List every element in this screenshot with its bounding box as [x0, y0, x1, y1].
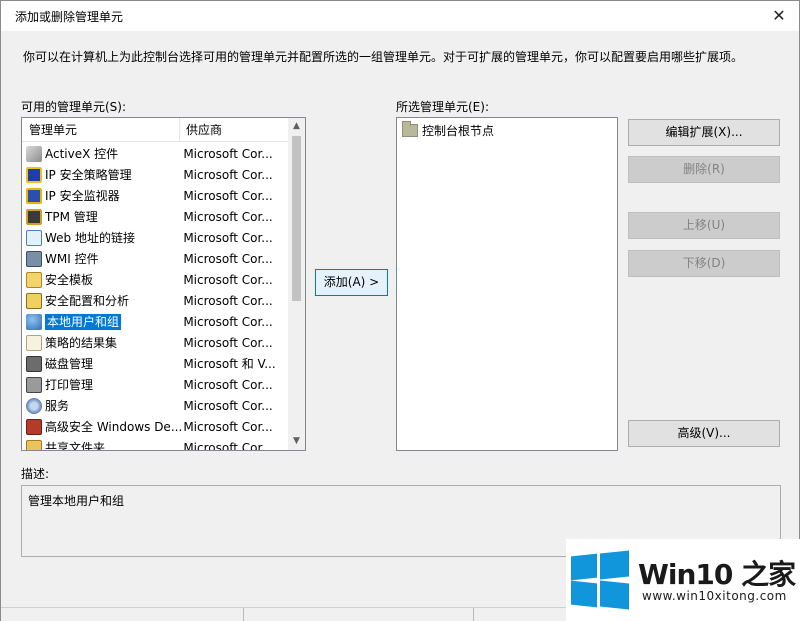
- snapin-name: TPM 管理: [45, 210, 98, 224]
- security-template-icon: [26, 271, 42, 288]
- snapin-rows: ActiveX 控件 Microsoft Cor... IP 安全策略管理 Micro…: [22, 143, 289, 451]
- snapin-vendor: Microsoft Cor...: [183, 272, 273, 287]
- selected-snapins-label: 所选管理单元(E):: [396, 100, 489, 114]
- list-item[interactable]: Web 地址的链接 Microsoft Cor...: [22, 227, 289, 248]
- watermark: Win10 之家 www.win10xitong.com: [566, 539, 800, 621]
- list-item[interactable]: 打印管理 Microsoft Cor...: [22, 374, 289, 395]
- disk-management-icon: [26, 355, 42, 372]
- list-item[interactable]: IP 安全策略管理 Microsoft Cor...: [22, 164, 289, 185]
- snapin-name: IP 安全策略管理: [45, 168, 132, 182]
- list-item[interactable]: 安全模板 Microsoft Cor...: [22, 269, 289, 290]
- list-item[interactable]: 安全配置和分析 Microsoft Cor...: [22, 290, 289, 311]
- add-remove-snapins-dialog: 添加或删除管理单元 ✕ 你可以在计算机上为此控制台选择可用的管理单元并配置所选的…: [0, 0, 800, 621]
- list-item[interactable]: 共享文件夹 Microsoft Cor...: [22, 437, 289, 451]
- watermark-title: Win10 之家: [638, 558, 796, 591]
- snapin-vendor: Microsoft Cor...: [183, 440, 273, 451]
- snapin-name: 安全模板: [45, 273, 94, 287]
- shared-folders-icon: [26, 439, 42, 450]
- title-bar: 添加或删除管理单元 ✕: [1, 1, 799, 31]
- move-down-button[interactable]: 下移(D): [628, 250, 780, 277]
- snapin-vendor: Microsoft Cor...: [183, 398, 273, 413]
- activex-control-icon: [26, 145, 42, 162]
- window-title: 添加或删除管理单元: [15, 10, 124, 24]
- list-item[interactable]: 磁盘管理 Microsoft 和 V...: [22, 353, 289, 374]
- snapin-vendor: Microsoft Cor...: [183, 293, 273, 308]
- add-button[interactable]: 添加(A) >: [315, 269, 388, 296]
- snapin-name: 安全配置和分析: [45, 294, 130, 308]
- security-config-icon: [26, 292, 42, 309]
- web-link-icon: [26, 229, 42, 246]
- snapin-vendor: Microsoft Cor...: [183, 230, 273, 245]
- list-item[interactable]: 本地用户和组 Microsoft Cor...: [22, 311, 289, 332]
- list-column-header: 管理单元 供应商: [22, 118, 289, 142]
- snapin-vendor: Microsoft Cor...: [183, 188, 273, 203]
- snapin-name: 策略的结果集: [45, 336, 118, 350]
- folder-icon: [402, 121, 418, 137]
- list-item[interactable]: WMI 控件 Microsoft Cor...: [22, 248, 289, 269]
- ip-security-policy-icon: [26, 166, 42, 183]
- scroll-down-arrow-icon[interactable]: ▼: [288, 433, 305, 450]
- selected-snapins-list[interactable]: 控制台根节点: [396, 117, 618, 451]
- snapin-name: 高级安全 Windows De...: [45, 420, 183, 434]
- column-header-vendor[interactable]: 供应商: [180, 118, 289, 142]
- scrollbar-thumb[interactable]: [292, 136, 301, 301]
- tpm-management-icon: [26, 208, 42, 225]
- firewall-icon: [26, 418, 42, 435]
- ip-security-monitor-icon: [26, 187, 42, 204]
- snapin-name: 共享文件夹: [45, 441, 106, 451]
- snapin-vendor: Microsoft Cor...: [183, 335, 273, 350]
- snapin-name: 本地用户和组: [45, 314, 122, 330]
- edit-extensions-button[interactable]: 编辑扩展(X)...: [628, 119, 780, 146]
- available-snapins-list[interactable]: 管理单元 供应商 ActiveX 控件 Microsoft Cor... IP 安全…: [21, 117, 306, 451]
- console-root-label: 控制台根节点: [422, 124, 495, 138]
- close-button[interactable]: ✕: [765, 4, 793, 28]
- list-item[interactable]: 高级安全 Windows De... Microsoft Cor...: [22, 416, 289, 437]
- remove-button[interactable]: 删除(R): [628, 156, 780, 183]
- snapin-vendor: Microsoft Cor...: [183, 314, 273, 329]
- snapin-vendor: Microsoft Cor...: [183, 377, 273, 392]
- services-icon: [26, 397, 42, 414]
- divider: [243, 608, 244, 621]
- snapin-vendor: Microsoft Cor...: [183, 251, 273, 266]
- local-users-groups-icon: [26, 313, 42, 330]
- snapin-name: WMI 控件: [45, 252, 99, 266]
- intro-text: 你可以在计算机上为此控制台选择可用的管理单元并配置所选的一组管理单元。对于可扩展…: [23, 50, 744, 64]
- list-item[interactable]: IP 安全监视器 Microsoft Cor...: [22, 185, 289, 206]
- list-item[interactable]: 服务 Microsoft Cor...: [22, 395, 289, 416]
- available-snapins-label: 可用的管理单元(S):: [21, 100, 127, 114]
- description-label: 描述:: [21, 467, 50, 481]
- wmi-control-icon: [26, 250, 42, 267]
- snapin-name: 服务: [45, 399, 70, 413]
- snapin-name: IP 安全监视器: [45, 189, 120, 203]
- snapin-name: 磁盘管理: [45, 357, 94, 371]
- snapin-vendor: Microsoft Cor...: [183, 146, 273, 161]
- list-item[interactable]: 策略的结果集 Microsoft Cor...: [22, 332, 289, 353]
- print-management-icon: [26, 376, 42, 393]
- snapin-vendor: Microsoft Cor...: [183, 167, 273, 182]
- snapin-name: ActiveX 控件: [45, 147, 119, 161]
- vertical-scrollbar[interactable]: ▲ ▼: [288, 118, 305, 450]
- move-up-button[interactable]: 上移(U): [628, 212, 780, 239]
- list-item[interactable]: TPM 管理 Microsoft Cor...: [22, 206, 289, 227]
- watermark-url: www.win10xitong.com: [642, 589, 787, 603]
- snapin-vendor: Microsoft 和 V...: [183, 357, 276, 371]
- divider: [473, 608, 474, 621]
- advanced-button[interactable]: 高级(V)...: [628, 420, 780, 447]
- windows-logo-icon: [571, 549, 629, 610]
- snapin-name: 打印管理: [45, 378, 94, 392]
- snapin-vendor: Microsoft Cor...: [183, 419, 273, 434]
- snapin-name: Web 地址的链接: [45, 231, 135, 245]
- console-root-node[interactable]: 控制台根节点: [402, 121, 495, 139]
- scroll-up-arrow-icon[interactable]: ▲: [288, 118, 305, 135]
- rsop-icon: [26, 334, 42, 351]
- list-item[interactable]: ActiveX 控件 Microsoft Cor...: [22, 143, 289, 164]
- column-header-snapin[interactable]: 管理单元: [22, 118, 180, 142]
- description-text: 管理本地用户和组: [28, 494, 125, 508]
- snapin-vendor: Microsoft Cor...: [183, 209, 273, 224]
